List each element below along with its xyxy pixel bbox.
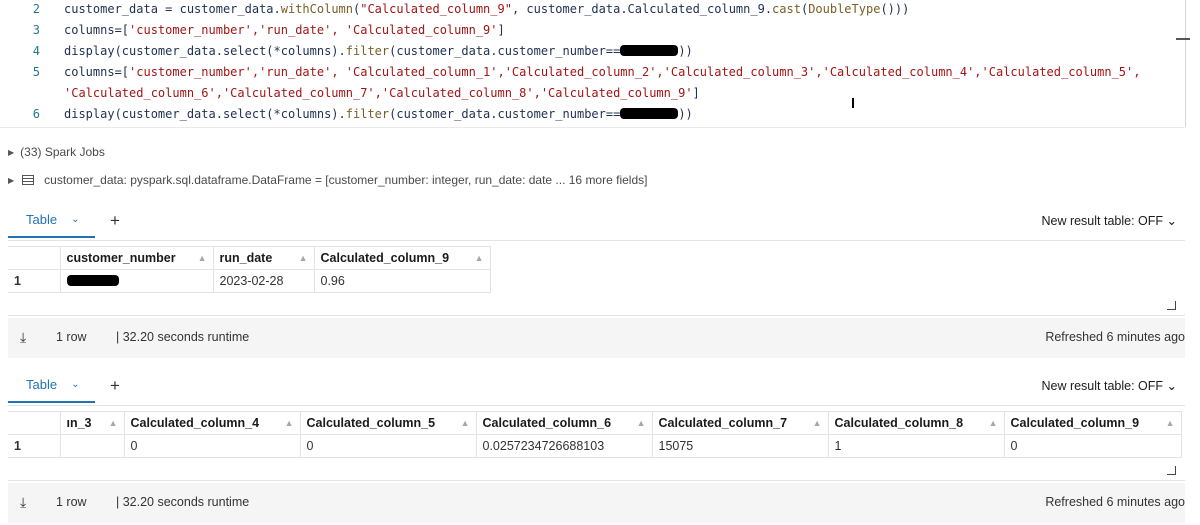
table-row: 1 0 0 0.0257234726688103 15075 1 0 — [8, 434, 1182, 458]
result-tabs: Table ⌄ + New result table: OFF ⌄ — [8, 367, 1185, 406]
row-number-header — [8, 246, 61, 270]
table-cell[interactable]: 1 — [827, 434, 1005, 458]
table-cell[interactable]: 2023-02-28 — [212, 269, 315, 293]
column-header[interactable]: Calculated_column_8 ▲ — [827, 411, 1005, 435]
chevron-down-icon[interactable]: ⌄ — [71, 379, 79, 390]
column-header[interactable]: Calculated_column_9 ▲ — [1003, 411, 1182, 435]
sort-icon[interactable]: ▲ — [461, 418, 470, 428]
triangle-right-icon: ▶ — [8, 175, 15, 185]
tab-table[interactable]: Table ⌄ — [8, 202, 95, 238]
result-table: ın_3 ▲ Calculated_column_4 ▲ Calculated_co… — [8, 411, 1182, 458]
table-cell[interactable]: 0 — [123, 434, 301, 458]
column-header[interactable]: Calculated_column_6 ▲ — [475, 411, 653, 435]
sort-icon[interactable]: ▲ — [198, 253, 207, 263]
table-header-row: ın_3 ▲ Calculated_column_4 ▲ Calculated_co… — [8, 411, 1182, 435]
column-header[interactable]: Calculated_column_9 ▲ — [313, 246, 491, 270]
column-header[interactable]: customer_number ▲ — [59, 246, 214, 270]
refreshed-label: Refreshed 6 minutes ago — [1045, 495, 1185, 509]
line-number: 6 — [32, 107, 40, 121]
text-cursor — [852, 98, 854, 108]
code-line: columns=['customer_number','run_date', '… — [64, 65, 1141, 79]
column-header[interactable]: Calculated_column_5 ▲ — [299, 411, 477, 435]
sort-icon[interactable]: ▲ — [475, 253, 484, 263]
result-table: customer_number ▲ run_date ▲ Calculated_co… — [8, 246, 491, 293]
redaction-mark — [620, 45, 679, 56]
refreshed-label: Refreshed 6 minutes ago — [1045, 330, 1185, 344]
result-status-bar: ⤓ 1 row | 32.20 seconds runtime Refreshe… — [8, 483, 1185, 523]
sort-icon[interactable]: ▲ — [1166, 418, 1175, 428]
line-number: 5 — [32, 65, 40, 79]
runtime-label: | 32.20 seconds runtime — [116, 495, 250, 509]
sort-icon[interactable]: ▲ — [989, 418, 998, 428]
sort-icon[interactable]: ▲ — [285, 418, 294, 428]
resize-corner-icon[interactable] — [1167, 301, 1176, 310]
row-number-header — [8, 411, 61, 435]
row-number: 1 — [8, 434, 61, 458]
code-line-wrap: 'Calculated_column_6','Calculated_column… — [64, 86, 700, 100]
dataframe-schema-label: customer_data: pyspark.sql.dataframe.Dat… — [44, 173, 648, 187]
line-number: 3 — [32, 23, 40, 37]
sort-icon[interactable]: ▲ — [299, 253, 308, 263]
table-cell[interactable]: 15075 — [651, 434, 829, 458]
column-header[interactable]: ın_3 ▲ — [59, 411, 125, 435]
scroll-marker-icon — [1176, 38, 1190, 40]
sort-icon[interactable]: ▲ — [813, 418, 822, 428]
table-cell[interactable]: 0 — [299, 434, 477, 458]
table-cell[interactable]: 0.0257234726688103 — [475, 434, 653, 458]
table-icon — [22, 175, 35, 185]
plus-icon[interactable]: + — [110, 376, 120, 396]
dataframe-info-toggle[interactable]: ▶ customer_data: pyspark.sql.dataframe.D… — [8, 173, 647, 187]
tab-label: Table — [26, 211, 58, 227]
code-line: display(customer_data.select(*columns).f… — [64, 44, 693, 58]
column-header[interactable]: run_date ▲ — [212, 246, 315, 270]
resize-corner-icon[interactable] — [1167, 466, 1176, 475]
table-row: 1 2023-02-28 0.96 — [8, 269, 491, 293]
redaction-mark — [620, 108, 679, 119]
table-bottom-border — [8, 315, 1185, 316]
new-result-table-toggle[interactable]: New result table: OFF ⌄ — [1041, 213, 1177, 228]
download-icon[interactable]: ⤓ — [20, 329, 26, 346]
column-header[interactable]: Calculated_column_4 ▲ — [123, 411, 301, 435]
spark-jobs-toggle[interactable]: ▶ (33) Spark Jobs — [8, 145, 105, 159]
code-line: display(customer_data.select(*columns).f… — [64, 107, 693, 121]
table-cell[interactable] — [59, 269, 214, 293]
runtime-label: | 32.20 seconds runtime — [116, 330, 250, 344]
row-count: 1 row — [56, 330, 87, 344]
redaction-mark — [66, 275, 119, 286]
table-cell[interactable]: 0 — [1003, 434, 1182, 458]
line-number: 4 — [32, 44, 40, 58]
triangle-right-icon: ▶ — [8, 147, 15, 157]
code-line: customer_data = customer_data.withColumn… — [64, 2, 910, 16]
chevron-down-icon[interactable]: ⌄ — [71, 214, 79, 225]
sort-icon[interactable]: ▲ — [109, 418, 118, 428]
code-line: columns=['customer_number','run_date', '… — [64, 23, 505, 37]
line-number: 2 — [32, 2, 40, 16]
code-editor[interactable]: 2 customer_data = customer_data.withColu… — [0, 0, 1190, 128]
column-header[interactable]: Calculated_column_7 ▲ — [651, 411, 829, 435]
table-header-row: customer_number ▲ run_date ▲ Calculated_co… — [8, 246, 491, 270]
tab-table[interactable]: Table ⌄ — [8, 367, 95, 403]
spark-jobs-label: (33) Spark Jobs — [20, 145, 105, 159]
download-icon[interactable]: ⤓ — [20, 494, 26, 511]
row-number: 1 — [8, 269, 61, 293]
editor-scrollbar[interactable] — [1185, 0, 1186, 127]
table-cell[interactable] — [59, 434, 125, 458]
plus-icon[interactable]: + — [110, 211, 120, 231]
result-status-bar: ⤓ 1 row | 32.20 seconds runtime Refreshe… — [8, 318, 1185, 358]
table-cell[interactable]: 0.96 — [313, 269, 491, 293]
result-tabs: Table ⌄ + New result table: OFF ⌄ — [8, 202, 1185, 241]
new-result-table-toggle[interactable]: New result table: OFF ⌄ — [1041, 378, 1177, 393]
sort-icon[interactable]: ▲ — [637, 418, 646, 428]
tab-label: Table — [26, 376, 58, 392]
row-count: 1 row — [56, 495, 87, 509]
table-bottom-border — [8, 480, 1185, 481]
